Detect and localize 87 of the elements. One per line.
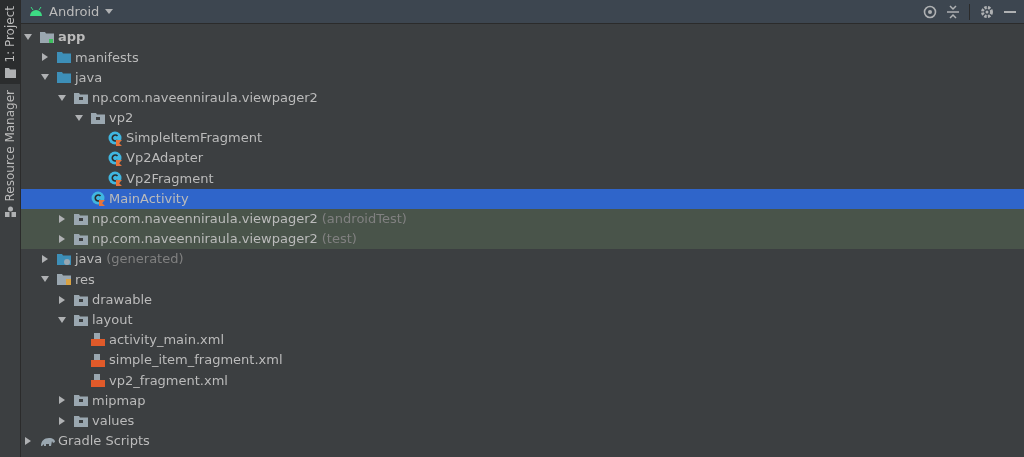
- collapsed-arrow-icon[interactable]: [58, 234, 66, 243]
- expanded-arrow-icon[interactable]: [41, 73, 49, 82]
- tool-window-tab[interactable]: Resource Manager: [0, 83, 20, 223]
- settings-icon[interactable]: [980, 4, 994, 19]
- tree-row[interactable]: SimpleItemFragment: [21, 127, 1024, 149]
- tree-item-label: layout: [92, 310, 133, 329]
- tree-row[interactable]: vp2: [21, 107, 1024, 128]
- tab-label: Resource Manager: [2, 89, 18, 201]
- collapsed-arrow-icon[interactable]: [58, 396, 66, 405]
- shapes-icon: [4, 206, 16, 217]
- folder-icon: [57, 71, 71, 84]
- package-folder-icon: [74, 293, 88, 306]
- expanded-arrow-icon[interactable]: [58, 315, 66, 324]
- tree-item-label: SimpleItemFragment: [126, 129, 263, 148]
- tree-row[interactable]: Gradle Scripts: [21, 430, 1024, 451]
- crosshair-icon[interactable]: [923, 4, 937, 19]
- tree-item-label: res: [75, 270, 95, 289]
- tree-row[interactable]: mipmap: [21, 390, 1024, 411]
- tree-row[interactable]: app: [21, 27, 1024, 48]
- collapsed-arrow-icon[interactable]: [58, 214, 66, 223]
- tree-item-label: np.com.naveenniraula.viewpager2: [92, 88, 318, 107]
- collapsed-arrow-icon[interactable]: [41, 53, 49, 62]
- view-dropdown[interactable]: Android: [29, 1, 114, 22]
- package-folder-icon: [74, 232, 88, 245]
- package-folder-icon: [74, 212, 88, 225]
- collapsed-arrow-icon[interactable]: [58, 295, 66, 304]
- tree-item-label: simple_item_fragment.xml: [109, 351, 283, 370]
- tree-row[interactable]: vp2_fragment.xml: [21, 370, 1024, 391]
- tree-item-label: Vp2Adapter: [126, 149, 203, 168]
- tab-label: 1: Project: [2, 6, 18, 63]
- kotlin-class-icon: [108, 150, 123, 166]
- collapsed-arrow-icon[interactable]: [24, 436, 32, 445]
- folder-icon: [57, 51, 71, 64]
- generated-folder-icon: [57, 253, 71, 266]
- tree-item-label: mipmap: [92, 391, 146, 410]
- tree-row[interactable]: manifests: [21, 47, 1024, 68]
- collapse-all-icon[interactable]: [947, 4, 959, 19]
- android-icon: [29, 7, 43, 16]
- expanded-arrow-icon[interactable]: [75, 113, 83, 122]
- expanded-arrow-icon[interactable]: [41, 275, 49, 284]
- tree-item-label: values: [92, 411, 135, 430]
- resource-folder-icon: [57, 273, 71, 286]
- tree-row[interactable]: java (generated): [21, 249, 1024, 270]
- tree-item-label: np.com.naveenniraula.viewpager2: [92, 210, 318, 229]
- package-folder-icon: [74, 91, 88, 104]
- expanded-arrow-icon[interactable]: [58, 93, 66, 102]
- collapsed-arrow-icon[interactable]: [58, 416, 66, 425]
- tree-item-label: np.com.naveenniraula.viewpager2: [92, 230, 318, 249]
- tree-item-label: vp2: [109, 109, 134, 128]
- tree-row[interactable]: drawable: [21, 289, 1024, 310]
- module-folder-icon: [40, 31, 54, 44]
- kotlin-class-icon: [108, 130, 123, 146]
- tool-window-tab[interactable]: 1: Project: [0, 0, 20, 84]
- layout-file-icon: [91, 372, 106, 388]
- tree-item-label: activity_main.xml: [109, 331, 224, 350]
- expanded-arrow-icon[interactable]: [24, 33, 32, 42]
- tree-item-label: Vp2Fragment: [126, 169, 214, 188]
- layout-file-icon: [91, 332, 106, 348]
- tree-row[interactable]: simple_item_fragment.xml: [21, 350, 1024, 371]
- tree-item-label: java: [75, 68, 103, 87]
- tree-row[interactable]: np.com.naveenniraula.viewpager2: [21, 87, 1024, 108]
- tree-row[interactable]: res: [21, 269, 1024, 290]
- tree-row[interactable]: Vp2Fragment: [21, 168, 1024, 189]
- tree-item-note: (generated): [106, 250, 184, 269]
- package-folder-icon: [74, 414, 88, 427]
- tree-item-label: MainActivity: [109, 189, 189, 208]
- tree-row[interactable]: Vp2Adapter: [21, 148, 1024, 169]
- layout-file-icon: [91, 352, 106, 368]
- tree-row[interactable]: java: [21, 67, 1024, 88]
- tree-row[interactable]: activity_main.xml: [21, 329, 1024, 350]
- tree-item-label: app: [58, 28, 86, 47]
- tree-item-label: manifests: [75, 48, 139, 67]
- collapsed-arrow-icon[interactable]: [41, 255, 49, 264]
- package-folder-icon: [74, 394, 88, 407]
- tree-item-label: Gradle Scripts: [58, 432, 150, 451]
- tree-item-label: drawable: [92, 290, 153, 309]
- folder-icon: [4, 67, 16, 78]
- tree-row[interactable]: MainActivity: [21, 188, 1024, 209]
- tree-item-label: java: [75, 250, 103, 269]
- package-folder-icon: [74, 313, 88, 326]
- caret-icon: [105, 9, 114, 14]
- tree-item-label: vp2_fragment.xml: [109, 371, 228, 390]
- tree-row[interactable]: layout: [21, 309, 1024, 330]
- package-folder-icon: [91, 111, 105, 124]
- kotlin-class-icon: [91, 191, 106, 207]
- kotlin-class-icon: [108, 170, 123, 186]
- tree-row[interactable]: values: [21, 410, 1024, 431]
